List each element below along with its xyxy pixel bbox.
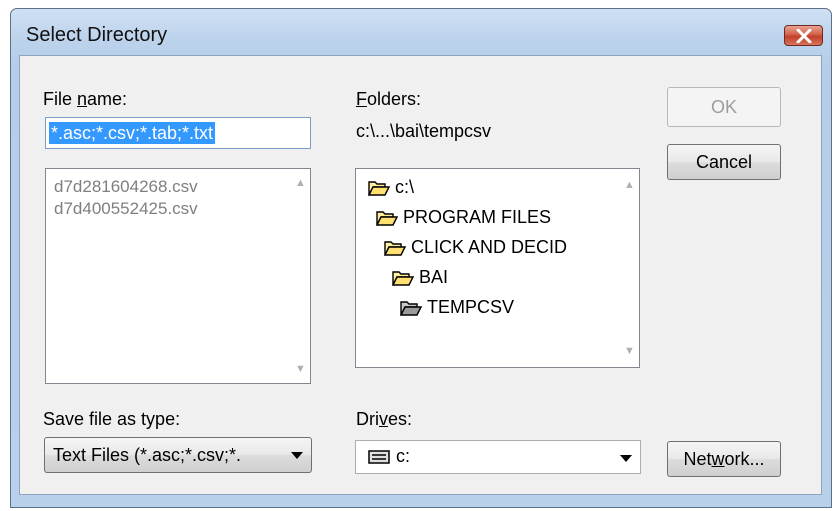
file-name-selected-text[interactable]: *.asc;*.csv;*.tab;*.txt (49, 122, 216, 144)
scroll-down-icon[interactable]: ▼ (295, 363, 306, 375)
open-folder-icon (368, 180, 390, 196)
folder-item-label: CLICK AND DECID (411, 237, 568, 257)
file-list[interactable]: d7d281604268.csv d7d400552425.csv ▲ ▼ (45, 168, 311, 384)
file-name-label: File name: (43, 89, 128, 109)
dialog-title: Select Directory (26, 24, 168, 46)
list-item[interactable]: d7d400552425.csv (54, 199, 198, 219)
open-folder-icon (376, 210, 398, 226)
file-list-scrollbar[interactable]: ▲ ▼ (290, 169, 310, 383)
folder-tree[interactable]: c:\ PROGRAM FILES CLICK AND DECID BAI TE… (355, 168, 640, 368)
folder-item-label: c:\ (395, 177, 415, 197)
save-type-label: Save file as type: (43, 409, 181, 429)
save-type-value: Text Files (*.asc;*.csv;*. (53, 445, 242, 465)
list-item[interactable]: d7d281604268.csv (54, 177, 198, 197)
file-name-input[interactable]: *.asc;*.csv;*.tab;*.txt (45, 117, 311, 149)
folder-item-click-and-decid[interactable]: CLICK AND DECID (384, 237, 567, 258)
folder-item-bai[interactable]: BAI (392, 267, 448, 288)
network-button[interactable]: Network... (667, 441, 781, 477)
open-folder-icon (384, 240, 406, 256)
current-folder-path: c:\...\bai\tempcsv (356, 121, 492, 141)
scroll-up-icon[interactable]: ▲ (624, 179, 635, 191)
save-type-dropdown[interactable]: Text Files (*.asc;*.csv;*. (44, 437, 312, 473)
close-icon (796, 29, 812, 43)
folder-tree-scrollbar[interactable]: ▲ ▼ (619, 169, 639, 367)
folder-item-tempcsv[interactable]: TEMPCSV (400, 297, 514, 318)
close-button[interactable] (784, 25, 823, 46)
scroll-up-icon[interactable]: ▲ (295, 177, 306, 189)
drive-icon (368, 450, 390, 464)
drives-dropdown[interactable]: c: (355, 440, 641, 474)
folder-item-c[interactable]: c:\ (368, 177, 414, 198)
ok-button[interactable]: OK (667, 87, 781, 127)
chevron-down-icon (291, 452, 303, 459)
selected-folder-icon (400, 300, 422, 316)
drives-label: Drives: (356, 409, 413, 429)
open-folder-icon (392, 270, 414, 286)
scroll-down-icon[interactable]: ▼ (624, 345, 635, 357)
cancel-button[interactable]: Cancel (667, 144, 781, 180)
folder-item-label: BAI (419, 267, 449, 287)
drives-value: c: (396, 446, 411, 466)
folders-label: Folders: (356, 89, 422, 109)
folder-item-program-files[interactable]: PROGRAM FILES (376, 207, 551, 228)
chevron-down-icon (620, 455, 632, 462)
folder-item-label: PROGRAM FILES (403, 207, 552, 227)
folder-item-label: TEMPCSV (427, 297, 515, 317)
